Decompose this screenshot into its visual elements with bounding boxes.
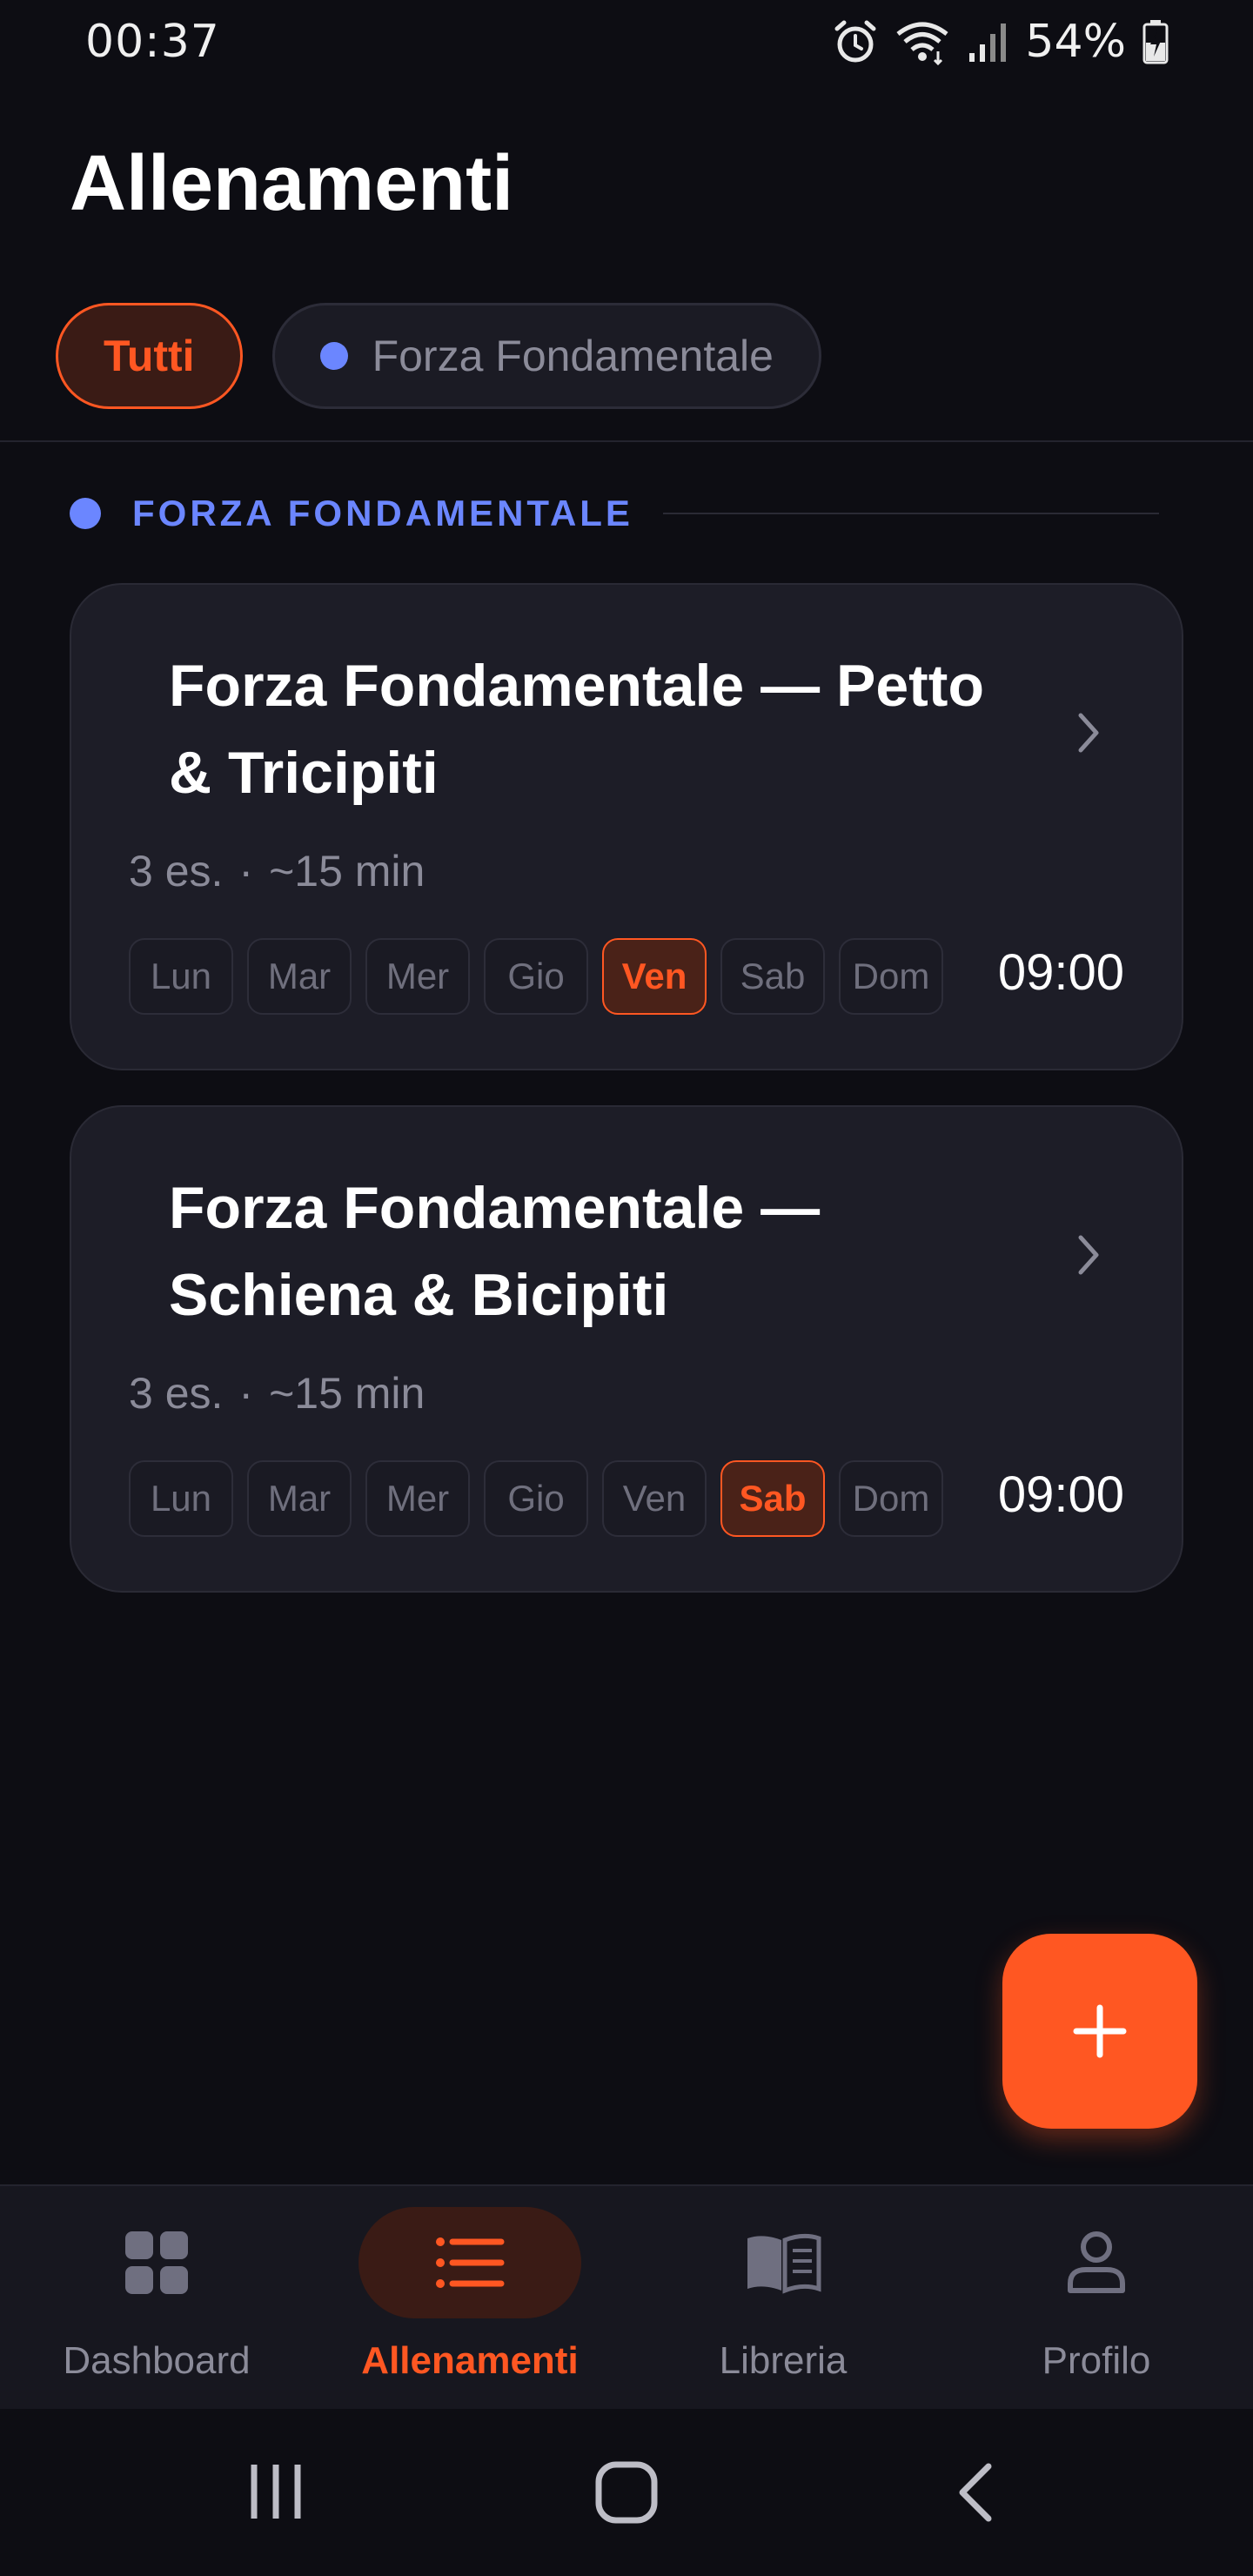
nav-label: Allenamenti: [361, 2339, 579, 2382]
meta-separator: ·: [238, 1369, 254, 1418]
home-icon[interactable]: [593, 2461, 660, 2524]
book-icon: [747, 2233, 821, 2294]
list-icon: [436, 2237, 505, 2288]
add-workout-button[interactable]: [1002, 1934, 1197, 2129]
day-mer[interactable]: Mer: [365, 1460, 470, 1537]
nav-icon-container: [358, 2207, 581, 2318]
day-ven[interactable]: Ven: [602, 938, 707, 1015]
section-color-dot: [70, 498, 101, 529]
day-mar[interactable]: Mar: [247, 938, 352, 1015]
nav-icon-container: [672, 2207, 895, 2318]
day-mer[interactable]: Mer: [365, 938, 470, 1015]
nav-label: Dashboard: [63, 2339, 251, 2382]
battery-percent: 54%: [1025, 16, 1126, 68]
workout-card[interactable]: Forza Fondamentale — Petto & Tricipiti 3…: [70, 583, 1183, 1070]
filter-chips: Tutti Forza Fondamentale: [56, 303, 821, 409]
chevron-right-icon: [1078, 713, 1099, 753]
exercise-count: 3 es.: [129, 847, 224, 896]
day-lun[interactable]: Lun: [129, 1460, 233, 1537]
day-dom[interactable]: Dom: [839, 938, 943, 1015]
nav-item-libreria[interactable]: Libreria: [626, 2186, 940, 2409]
day-selector: Lun Mar Mer Gio Ven Sab Dom: [129, 1460, 943, 1537]
day-dom[interactable]: Dom: [839, 1460, 943, 1537]
day-sab[interactable]: Sab: [720, 1460, 825, 1537]
battery-charging-icon: [1142, 20, 1169, 64]
workout-meta: 3 es. · ~15 min: [129, 846, 425, 896]
bottom-navigation: Dashboard Allenamenti Libreria Profilo: [0, 2184, 1253, 2409]
nav-item-allenamenti[interactable]: Allenamenti: [313, 2186, 626, 2409]
page-title: Allenamenti: [70, 140, 514, 227]
nav-icon-container: [45, 2207, 268, 2318]
plus-icon: [1073, 2004, 1127, 2058]
workout-title: Forza Fondamentale — Petto & Tricipiti: [169, 653, 984, 806]
alarm-icon: [834, 20, 876, 63]
workout-time: 09:00: [997, 944, 1124, 1001]
chip-label: Forza Fondamentale: [372, 332, 774, 380]
workout-duration: ~15 min: [269, 1369, 425, 1418]
workout-time: 09:00: [997, 1466, 1124, 1523]
nav-label: Profilo: [1042, 2339, 1151, 2382]
status-icons: 54%: [832, 16, 1169, 68]
chip-label: Tutti: [104, 332, 195, 380]
system-navigation-bar: [0, 2409, 1253, 2576]
nav-item-dashboard[interactable]: Dashboard: [0, 2186, 313, 2409]
section-label: FORZA FONDAMENTALE: [132, 493, 633, 533]
meta-separator: ·: [238, 847, 254, 896]
status-time: 00:37: [85, 16, 220, 68]
wifi-icon: [896, 22, 948, 65]
status-bar: 00:37 54%: [0, 0, 1253, 87]
filter-chip-tutti[interactable]: Tutti: [56, 303, 243, 409]
section-header: FORZA FONDAMENTALE: [70, 493, 1159, 534]
day-gio[interactable]: Gio: [484, 1460, 588, 1537]
user-icon: [1068, 2231, 1125, 2293]
day-mar[interactable]: Mar: [247, 1460, 352, 1537]
nav-icon-container: [985, 2207, 1208, 2318]
nav-label: Libreria: [719, 2339, 848, 2382]
workout-card[interactable]: Forza Fondamentale — Schiena & Bicipiti …: [70, 1105, 1183, 1593]
day-sab[interactable]: Sab: [720, 938, 825, 1015]
nav-item-profilo[interactable]: Profilo: [940, 2186, 1253, 2409]
recent-apps-icon[interactable]: [245, 2461, 306, 2522]
signal-icon: [969, 23, 1007, 62]
day-lun[interactable]: Lun: [129, 938, 233, 1015]
chip-color-dot: [319, 342, 348, 370]
filter-chip-forza-fondamentale[interactable]: Forza Fondamentale: [271, 303, 821, 409]
workout-title: Forza Fondamentale — Schiena & Bicipiti: [169, 1175, 821, 1328]
dashboard-icon: [125, 2231, 188, 2294]
day-selector: Lun Mar Mer Gio Ven Sab Dom: [129, 938, 943, 1015]
workout-meta: 3 es. · ~15 min: [129, 1368, 425, 1419]
divider: [0, 440, 1253, 442]
section-divider: [662, 513, 1159, 514]
workout-duration: ~15 min: [269, 847, 425, 896]
chevron-right-icon: [1078, 1235, 1099, 1275]
day-ven[interactable]: Ven: [602, 1460, 707, 1537]
exercise-count: 3 es.: [129, 1369, 224, 1418]
day-gio[interactable]: Gio: [484, 938, 588, 1015]
back-icon[interactable]: [954, 2461, 997, 2524]
